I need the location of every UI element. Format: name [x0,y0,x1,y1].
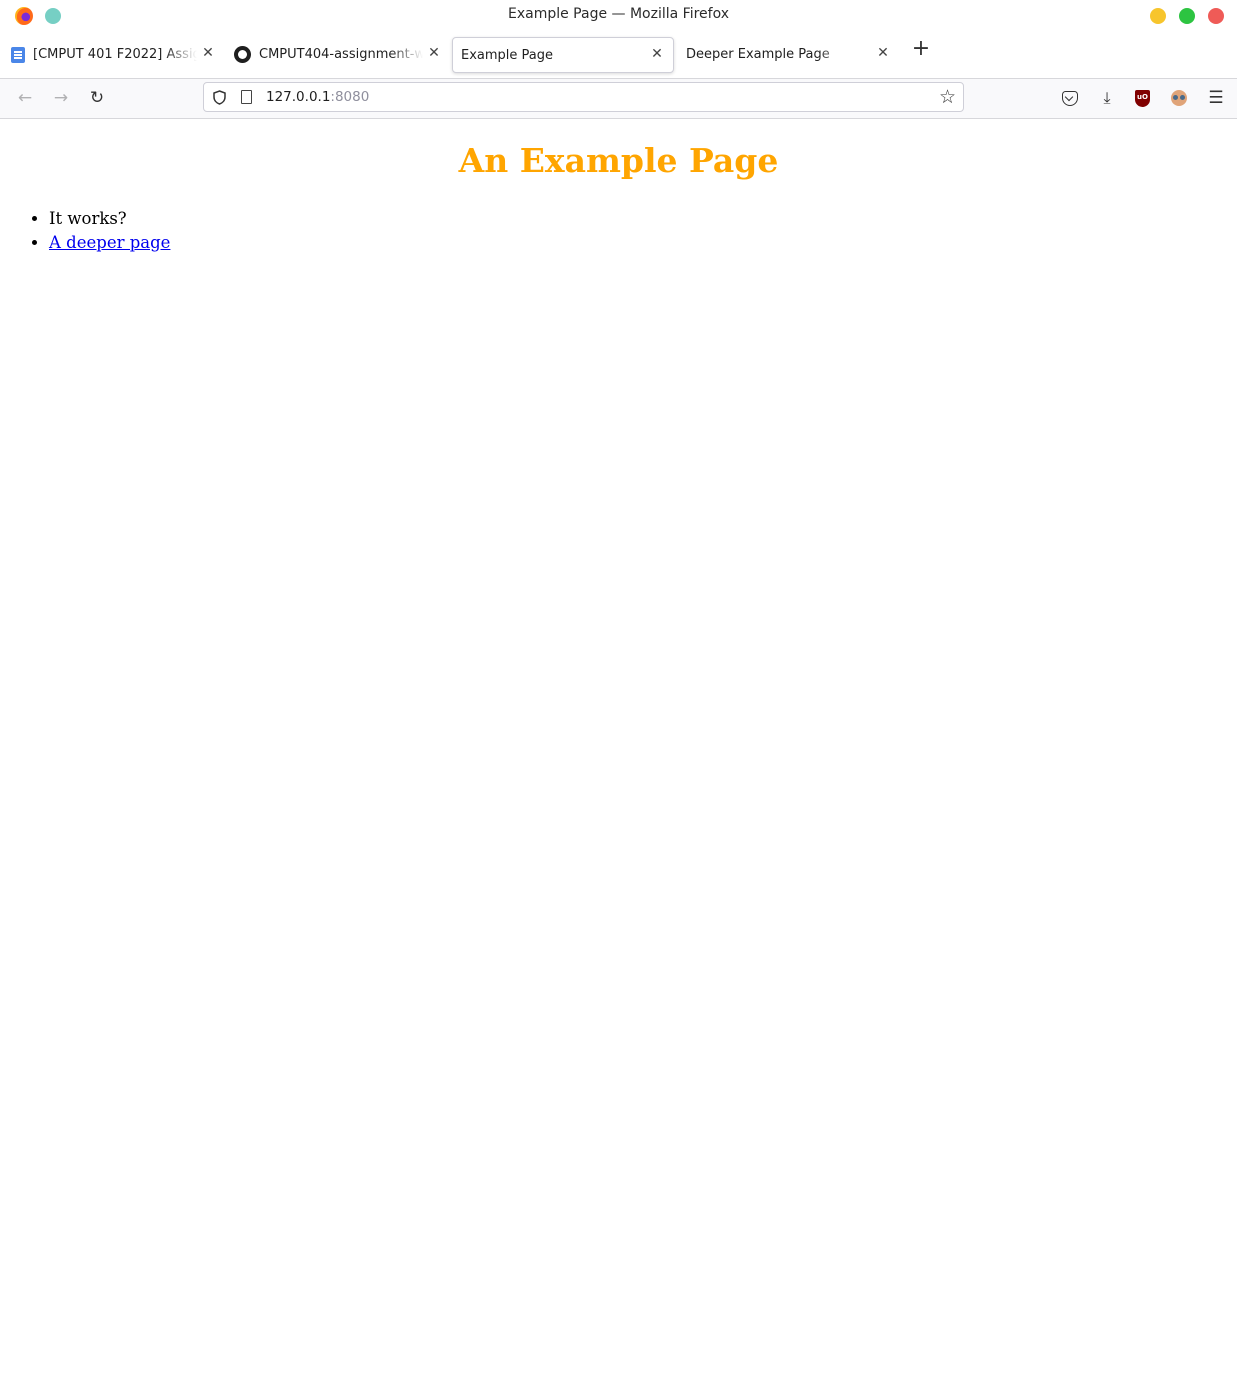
list-item: It works? [49,207,170,231]
reload-button[interactable]: ↻ [87,88,107,108]
close-tab-icon[interactable]: ✕ [200,45,216,61]
back-button[interactable]: ← [15,88,35,108]
new-tab-button[interactable]: + [910,38,932,61]
url-bar[interactable]: 127.0.0.1:8080 ☆ [203,82,964,112]
url-port: :8080 [330,89,370,105]
download-icon[interactable]: ⤓ [1098,89,1116,107]
github-icon [234,46,251,63]
navigation-toolbar: ← → ↻ 127.0.0.1:8080 ☆ ⤓ uO ☰ [0,79,1237,119]
tab-label: CMPUT404-assignment-web [259,47,423,62]
url-text[interactable]: 127.0.0.1:8080 [266,89,369,105]
url-host: 127.0.0.1 [266,89,331,105]
tab-strip: [CMPUT 401 F2022] Assignment ✕ CMPUT404-… [0,32,1237,79]
close-window-button[interactable] [1208,8,1224,24]
tab-deeper-example-page[interactable]: Deeper Example Page ✕ [674,37,899,73]
window-title-bar: Example Page — Mozilla Firefox [0,0,1237,32]
close-tab-icon[interactable]: ✕ [649,46,665,62]
deeper-page-link[interactable]: A deeper page [49,233,170,252]
tab-label: [CMPUT 401 F2022] Assignment [33,47,197,62]
minimize-button[interactable] [1150,8,1166,24]
page-heading: An Example Page [458,141,779,180]
window-title: Example Page — Mozilla Firefox [507,6,729,22]
ublock-origin-icon[interactable]: uO [1135,90,1150,107]
hamburger-menu-icon[interactable]: ☰ [1207,89,1225,107]
close-tab-icon[interactable]: ✕ [875,45,891,61]
bookmark-star-icon[interactable]: ☆ [939,86,956,108]
pocket-icon[interactable] [1062,91,1078,106]
page-content: An Example Page It works? A deeper page [0,119,1237,1395]
tab-github-assignment[interactable]: CMPUT404-assignment-web ✕ [226,37,450,73]
extension-icon[interactable] [1171,90,1187,106]
document-icon [11,47,25,63]
close-tab-icon[interactable]: ✕ [426,45,442,61]
tab-cmput401-assignment[interactable]: [CMPUT 401 F2022] Assignment ✕ [0,37,224,73]
page-info-icon[interactable] [241,90,252,104]
tab-example-page[interactable]: Example Page ✕ [452,37,674,73]
list-item-text: It works? [49,209,127,228]
tab-label: Example Page [461,48,554,63]
list-item: A deeper page [49,231,170,255]
tab-label: Deeper Example Page [686,47,830,62]
page-list: It works? A deeper page [27,207,170,255]
maximize-button[interactable] [1179,8,1195,24]
forward-button[interactable]: → [51,88,71,108]
tracking-protection-shield-icon[interactable] [213,90,226,105]
